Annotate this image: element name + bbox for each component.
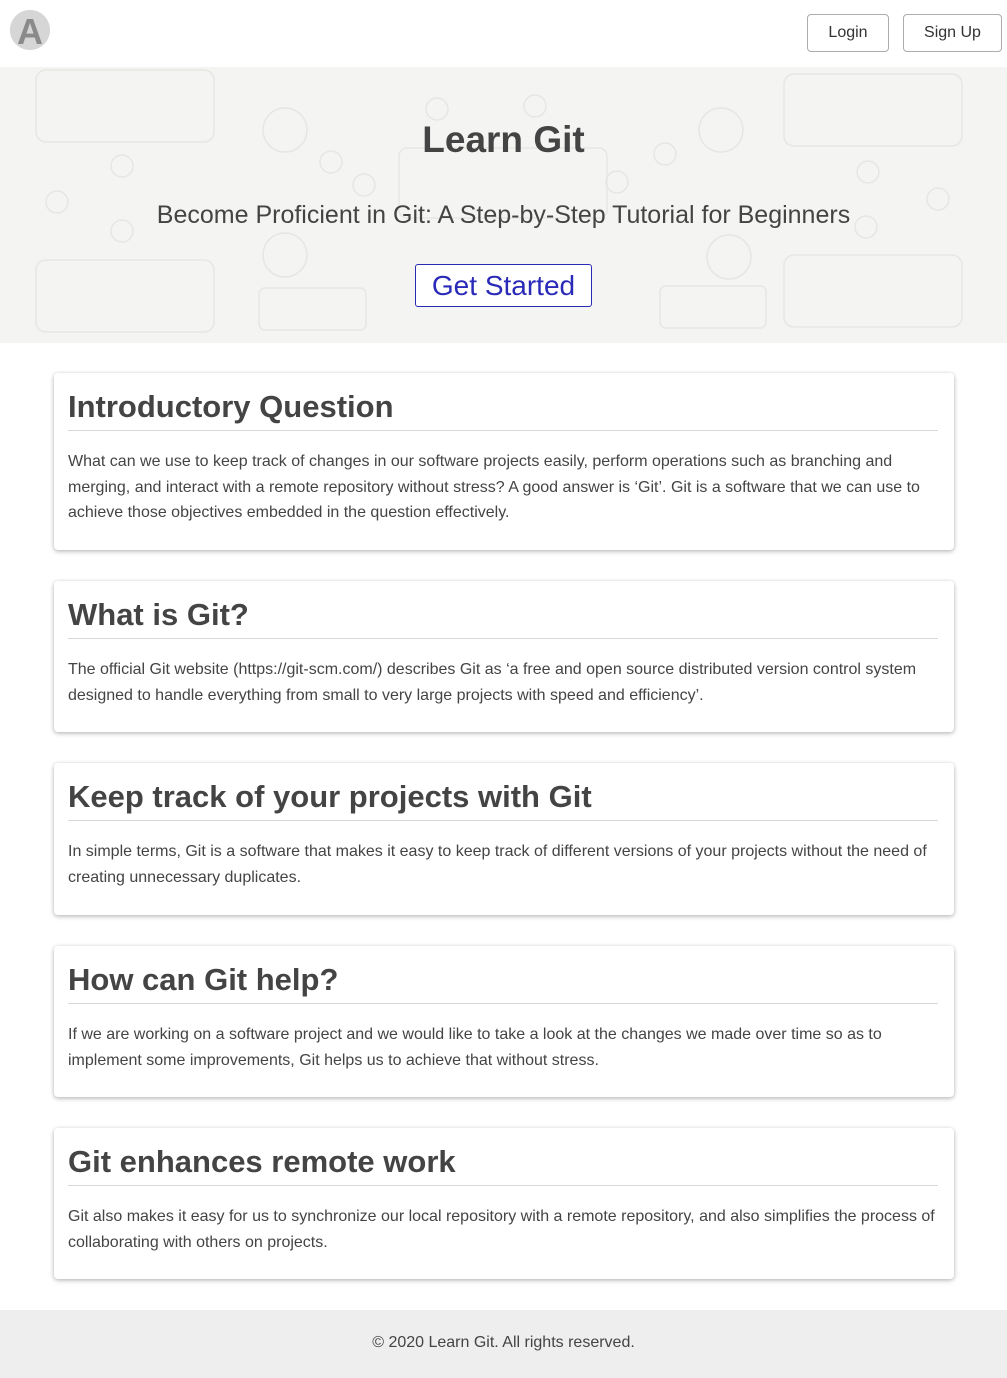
hero-banner: Learn Git Become Proficient in Git: A St… xyxy=(0,67,1007,343)
section-card-what-is-git: What is Git? The official Git website (h… xyxy=(54,581,954,732)
hero-subtitle: Become Proficient in Git: A Step-by-Step… xyxy=(156,201,851,229)
section-title: What is Git? xyxy=(68,597,249,632)
section-divider xyxy=(68,638,938,639)
page-footer: © 2020 Learn Git. All rights reserved. xyxy=(0,1310,1007,1378)
section-body: In simple terms, Git is a software that … xyxy=(68,843,927,886)
section-divider xyxy=(68,430,938,431)
logo-icon[interactable]: A xyxy=(10,10,50,50)
section-body: Git also makes it easy for us to synchro… xyxy=(68,1208,935,1251)
section-title: Introductory Question xyxy=(68,389,394,424)
section-body: If we are working on a software project … xyxy=(68,1026,882,1069)
section-body: What can we use to keep track of changes… xyxy=(68,453,920,521)
get-started-button[interactable]: Get Started xyxy=(415,264,592,307)
login-button[interactable]: Login xyxy=(807,14,889,52)
section-card-how-can-git-help: How can Git help? If we are working on a… xyxy=(54,946,954,1097)
copyright-text: © 2020 Learn Git. All rights reserved. xyxy=(372,1334,635,1351)
section-title: How can Git help? xyxy=(68,962,339,997)
section-divider xyxy=(68,1003,938,1004)
signup-button[interactable]: Sign Up xyxy=(903,14,1002,52)
section-body: The official Git website (https://git-sc… xyxy=(68,661,917,704)
top-navbar: A Login Sign Up xyxy=(0,0,1007,67)
section-title: Git enhances remote work xyxy=(68,1144,456,1179)
section-card-keep-track: Keep track of your projects with Git In … xyxy=(54,763,954,915)
section-title: Keep track of your projects with Git xyxy=(68,779,592,814)
section-divider xyxy=(68,1185,938,1186)
section-divider xyxy=(68,820,938,821)
svg-text:A: A xyxy=(17,11,43,50)
hero-title: Learn Git xyxy=(422,119,585,160)
section-card-remote-work: Git enhances remote work Git also makes … xyxy=(54,1128,954,1279)
section-card-introductory-question: Introductory Question What can we use to… xyxy=(54,373,954,550)
